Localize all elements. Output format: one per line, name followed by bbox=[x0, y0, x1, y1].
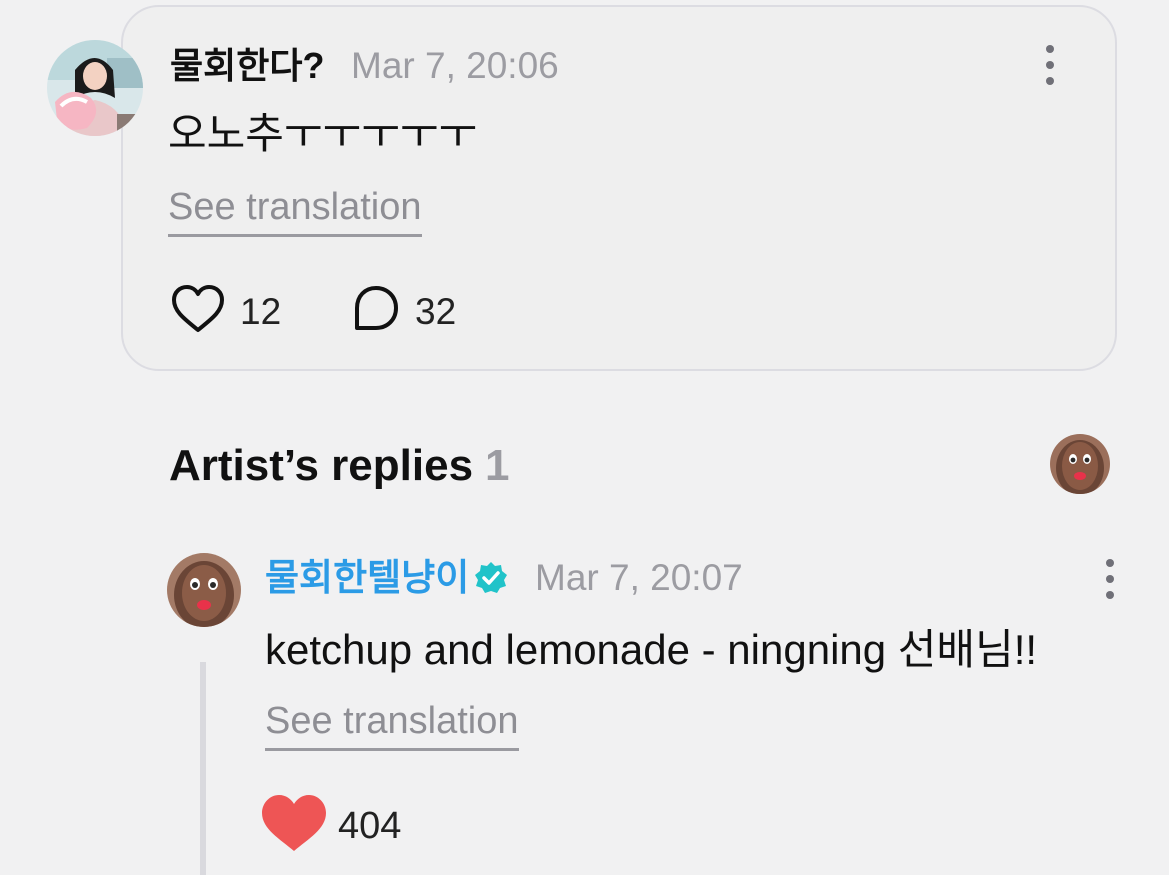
artist-replies-avatar[interactable] bbox=[1050, 434, 1110, 494]
post-author-avatar[interactable] bbox=[47, 40, 143, 136]
post-timestamp: Mar 7, 20:06 bbox=[351, 45, 559, 86]
reply-author-avatar[interactable] bbox=[167, 553, 241, 627]
heart-outline-icon bbox=[170, 284, 226, 339]
post-see-translation-link[interactable]: See translation bbox=[168, 184, 422, 237]
artist-replies-count: 1 bbox=[485, 441, 510, 490]
reply-text: ketchup and lemonade - ningning 선배님!! bbox=[265, 626, 1038, 673]
reply-author-name[interactable]: 물회한텔냥이 bbox=[265, 556, 469, 600]
post-text: 오노추ㅜㅜㅜㅜㅜ bbox=[168, 110, 478, 157]
heart-filled-icon bbox=[260, 793, 328, 858]
post-comment-count: 32 bbox=[415, 290, 457, 332]
reply-see-translation-link[interactable]: See translation bbox=[265, 698, 519, 751]
post-like-count: 12 bbox=[240, 290, 282, 332]
post-author-name[interactable]: 물회한다? bbox=[170, 44, 324, 88]
artist-replies-title: Artist’s replies bbox=[169, 441, 474, 490]
reply-more-vertical-icon[interactable] bbox=[1098, 557, 1122, 601]
reply-timestamp: Mar 7, 20:07 bbox=[535, 557, 743, 598]
post-like-button[interactable]: 12 bbox=[170, 284, 281, 339]
post-comment-button[interactable]: 32 bbox=[351, 284, 456, 339]
reply-like-count: 404 bbox=[338, 804, 402, 847]
verified-badge-icon bbox=[474, 561, 508, 595]
artist-replies-heading: Artist’s replies 1 bbox=[169, 440, 510, 492]
post-more-vertical-icon[interactable] bbox=[1038, 43, 1062, 87]
reply-thread-line bbox=[200, 662, 206, 875]
reply-like-button[interactable]: 404 bbox=[260, 793, 401, 858]
speech-bubble-icon bbox=[351, 284, 401, 339]
